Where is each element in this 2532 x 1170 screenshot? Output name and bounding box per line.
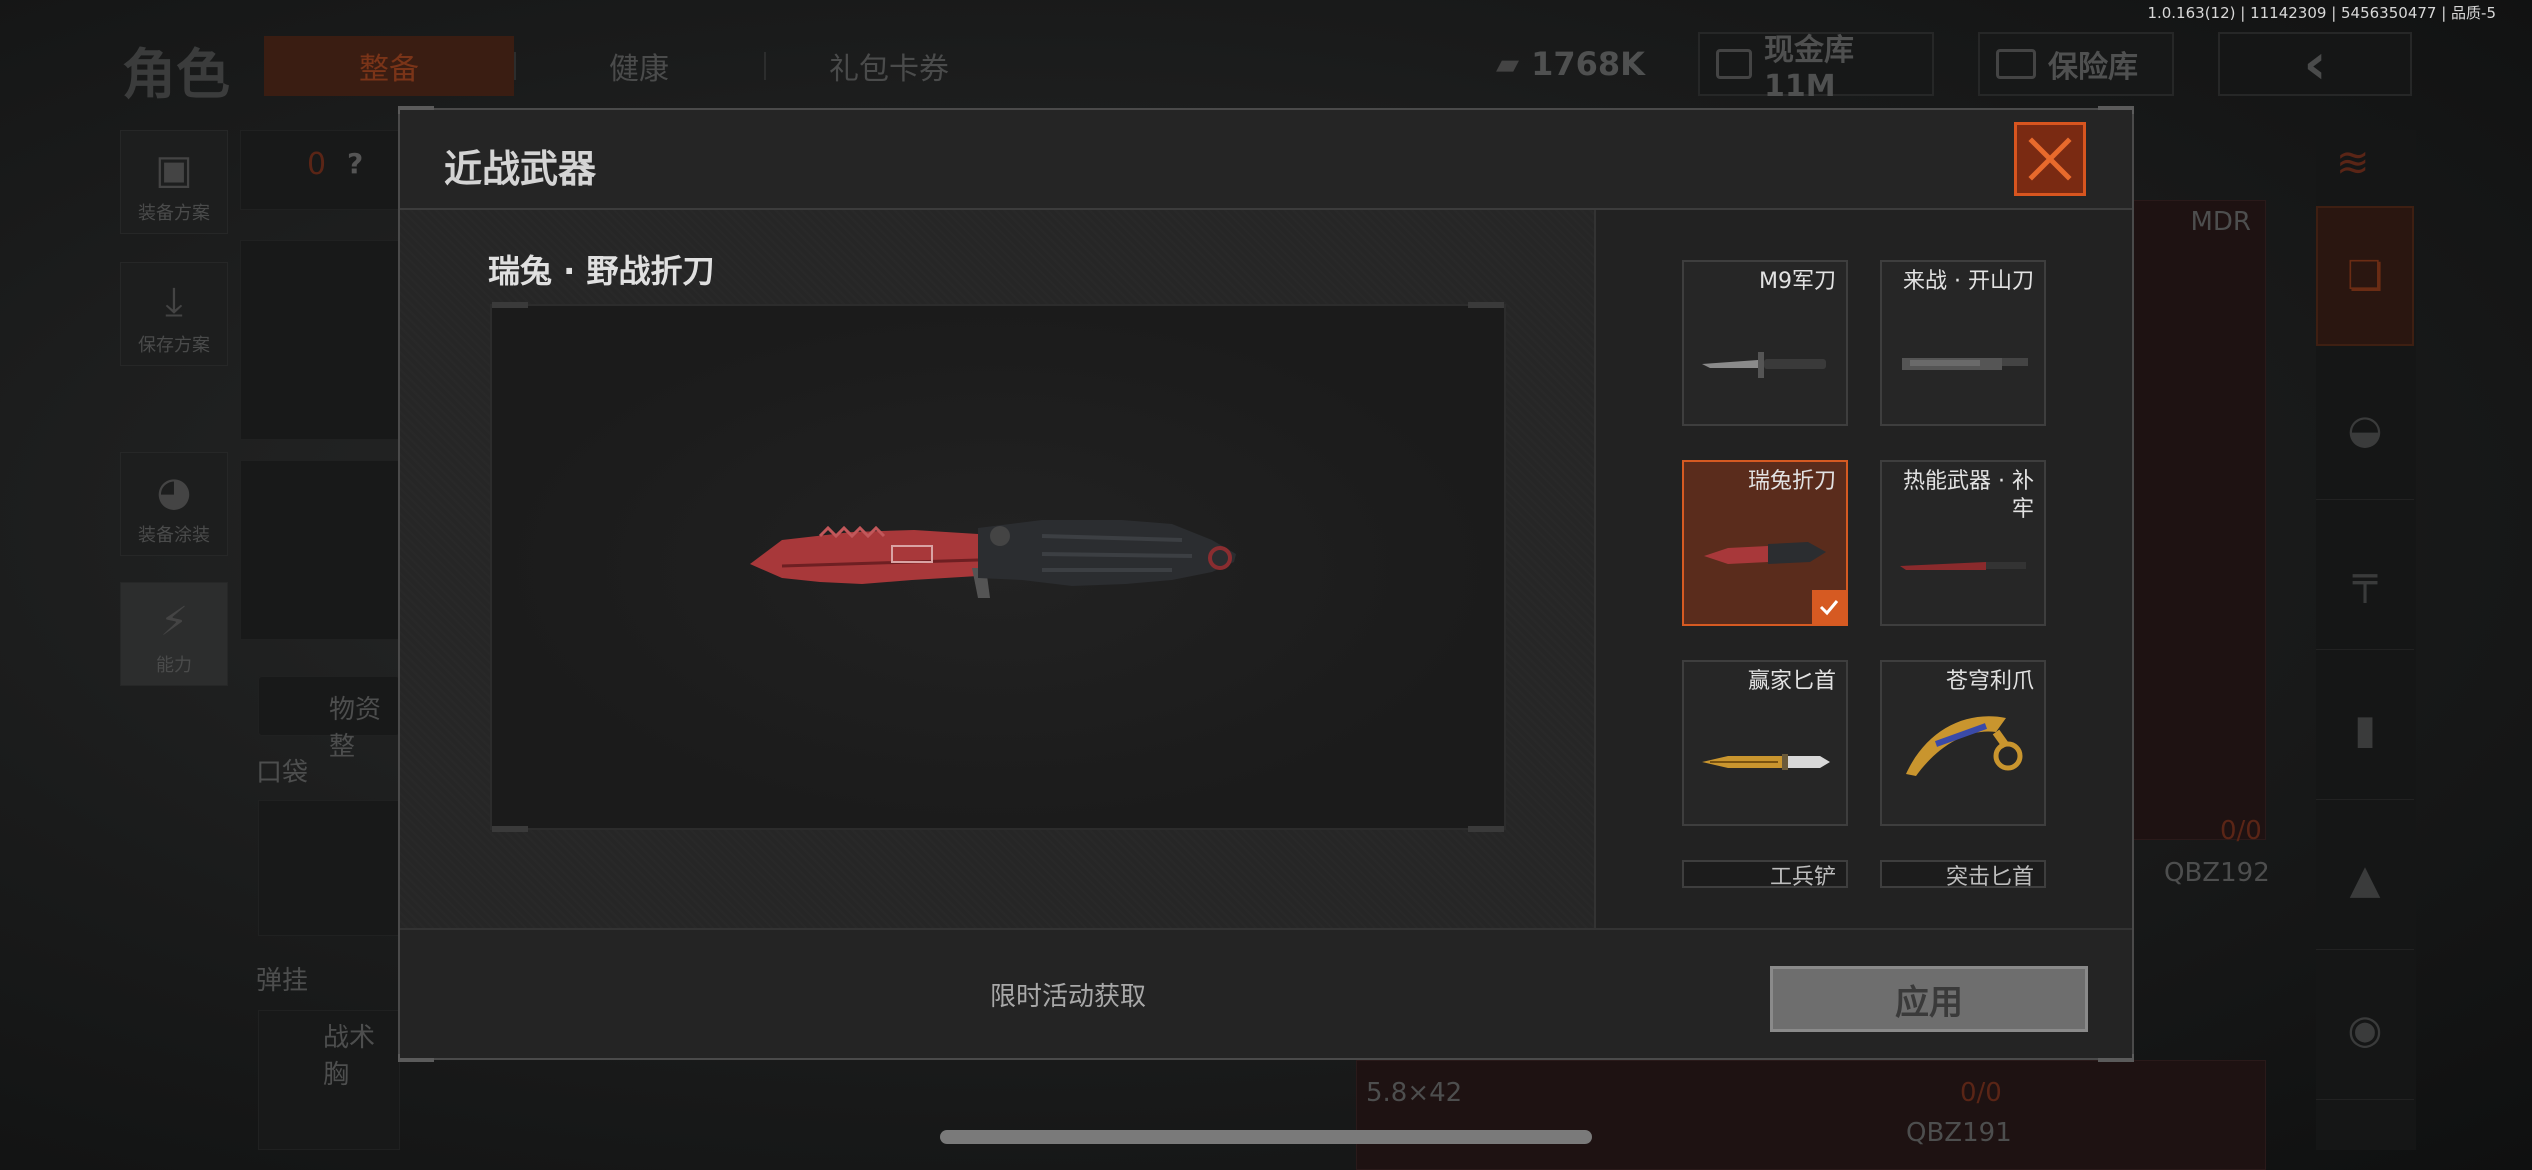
- equipment-slot[interactable]: [240, 460, 400, 640]
- weapon-card-name: 突击匕首: [1945, 865, 2034, 888]
- version-info: 1.0.163(12) | 11142309 | 5456350477 | 品质…: [2147, 4, 2496, 22]
- weapon-card-name: 赢家匕首: [1747, 669, 1836, 694]
- weapon-card-machete[interactable]: 来战 · 开山刀: [1880, 260, 2046, 426]
- weapon-name: QBZ191: [1906, 1118, 2012, 1148]
- weapon-card-name: 热能武器 · 补牢: [1903, 469, 2034, 522]
- category-scope-icon[interactable]: ◉: [2316, 960, 2414, 1100]
- tab-gear[interactable]: 整备: [264, 36, 514, 96]
- vest-label: 战术胸: [323, 1023, 376, 1090]
- chevron-left-icon: ‹: [2303, 31, 2327, 97]
- weapon-name: MDR: [2190, 207, 2251, 237]
- selected-item-name: 瑞兔 · 野战折刀: [488, 252, 715, 290]
- pocket-label: 口袋: [256, 758, 309, 788]
- ammo-counter: 0/0: [2220, 816, 2262, 846]
- side-button-label: 装备涂装: [138, 525, 210, 546]
- cash-stack-icon: ▰: [1496, 46, 1520, 82]
- close-button[interactable]: [2014, 122, 2086, 196]
- vault-icon: [1716, 49, 1753, 79]
- weapon-card-name: 工兵铲: [1769, 865, 1836, 888]
- acquisition-source: 限时活动获取: [990, 982, 1147, 1012]
- cash-vault-button[interactable]: 现金库 11M: [1698, 32, 1934, 104]
- category-helmet-icon[interactable]: ◒: [2316, 360, 2414, 500]
- dialog-footer: 限时活动获取 应用: [400, 928, 2132, 1058]
- corner-decoration: [492, 302, 528, 308]
- armor-slot[interactable]: 0 ?: [240, 130, 400, 210]
- category-ammo-icon[interactable]: ▲: [2316, 810, 2414, 950]
- side-button-label: 装备方案: [138, 203, 210, 224]
- cash-vault-label: 现金库 11M: [1764, 32, 1855, 104]
- weapon-card-assault-dagger[interactable]: 突击匕首: [1880, 860, 2046, 888]
- machete-icon: [1902, 358, 2028, 370]
- corner-decoration: [1468, 302, 1504, 308]
- corner-decoration: [492, 826, 528, 832]
- weapon-name: QBZ192: [2164, 858, 2270, 888]
- weapon-card-m9[interactable]: M9军刀: [1682, 260, 1848, 426]
- safe-icon: [1996, 49, 2036, 79]
- side-button-label: 保存方案: [138, 335, 210, 356]
- tab-gift-vouchers[interactable]: 礼包卡券: [764, 36, 1014, 96]
- selected-check-icon: [1812, 590, 1846, 624]
- dialog-title: 近战武器: [444, 147, 597, 191]
- red-folding-knife-icon: [750, 520, 1236, 598]
- weapon-card-name: 来战 · 开山刀: [1903, 269, 2034, 294]
- close-icon: [2028, 137, 2072, 181]
- role-title: 角色: [122, 43, 230, 106]
- weapon-card-name: 苍穹利爪: [1945, 669, 2034, 694]
- currency-display: ▰ 1768K: [1480, 32, 1656, 96]
- helmet-icon: ◕: [156, 469, 192, 515]
- corner-decoration: [1468, 826, 1504, 832]
- layers-icon[interactable]: ≋: [2336, 140, 2370, 186]
- weapon-list[interactable]: M9军刀 来战 · 开山刀 瑞兔折刀 热能武器 · 补牢 赢家匕首 苍穹利爪 工…: [1596, 210, 2132, 928]
- weapon-card-rabbit-knife[interactable]: 瑞兔折刀: [1682, 460, 1848, 626]
- tab-health[interactable]: 健康: [514, 36, 764, 96]
- gold-dagger-icon: [1702, 754, 1830, 770]
- rig-slot[interactable]: 战术胸: [258, 1010, 400, 1150]
- download-icon: ⤓: [165, 279, 183, 325]
- loadout-plan-button[interactable]: ▣ 装备方案: [120, 130, 228, 234]
- weapon-preview: [490, 302, 1506, 832]
- armor-count: 0: [307, 147, 327, 182]
- home-indicator: [940, 1130, 1592, 1144]
- category-rifle-icon[interactable]: ╤: [2316, 510, 2414, 650]
- red-folding-knife-icon: [1704, 542, 1826, 564]
- gear-skin-button[interactable]: ◕ 装备涂装: [120, 452, 228, 556]
- ammo-counter: 0/0: [1960, 1078, 2002, 1108]
- equipment-slot[interactable]: [240, 240, 400, 440]
- dialog-header: 近战武器: [400, 110, 2132, 210]
- insurance-vault-button[interactable]: 保险库: [1978, 32, 2174, 96]
- apply-button[interactable]: 应用: [1770, 966, 2088, 1032]
- supplies-button[interactable]: 物资整: [258, 676, 400, 762]
- side-button-label: 能力: [156, 655, 192, 676]
- lightning-icon: ⚡: [159, 599, 189, 645]
- thermal-blade-icon: [1900, 562, 2026, 570]
- pocket-slot[interactable]: [258, 800, 400, 936]
- weapon-card-winner-dagger[interactable]: 赢家匕首: [1682, 660, 1848, 826]
- currency-value: 1768K: [1531, 45, 1645, 83]
- backpack-icon: ▣: [155, 147, 193, 193]
- ability-button[interactable]: ⚡ 能力: [120, 582, 228, 686]
- melee-weapon-dialog: 近战武器 瑞兔 · 野战折刀 M9军刀 来战 · 开山刀 瑞兔折刀 热能武器 ·…: [398, 106, 2134, 1062]
- save-plan-button[interactable]: ⤓ 保存方案: [120, 262, 228, 366]
- rig-label: 弹挂: [256, 966, 309, 996]
- supplies-label: 物资整: [329, 695, 382, 762]
- weapon-card-thermal[interactable]: 热能武器 · 补牢: [1880, 460, 2046, 626]
- category-magazine-icon[interactable]: ▮: [2316, 660, 2414, 800]
- help-icon[interactable]: ?: [347, 147, 363, 180]
- weapon-card-shovel[interactable]: 工兵铲: [1682, 860, 1848, 888]
- back-button[interactable]: ‹: [2218, 31, 2412, 97]
- ammo-type: 5.8×42: [1366, 1078, 1463, 1108]
- insurance-vault-label: 保险库: [2048, 50, 2138, 85]
- secondary-weapon-panel[interactable]: [1356, 1060, 2266, 1170]
- category-stack-icon[interactable]: ❏: [2316, 206, 2414, 346]
- weapon-card-name: M9军刀: [1759, 269, 1836, 294]
- bayonet-icon: [1702, 352, 1826, 378]
- weapon-card-sky-claw[interactable]: 苍穹利爪: [1880, 660, 2046, 826]
- weapon-card-name: 瑞兔折刀: [1747, 469, 1836, 494]
- karambit-icon: [1906, 716, 2023, 776]
